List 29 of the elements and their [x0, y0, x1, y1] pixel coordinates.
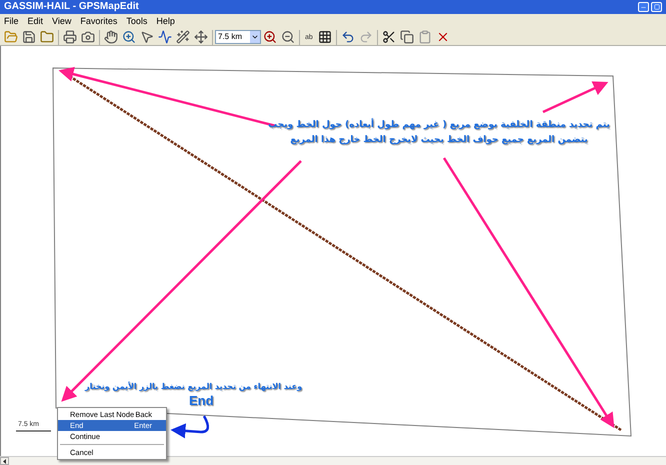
menu-item[interactable]: View — [52, 17, 72, 26]
scroll-left-button[interactable] — [0, 457, 9, 465]
maximize-icon — [654, 4, 660, 10]
copy-icon[interactable] — [398, 28, 416, 46]
move-icon[interactable] — [192, 28, 210, 46]
annotation-text: End — [189, 394, 214, 407]
wand-icon[interactable] — [174, 28, 192, 46]
maximize-button[interactable] — [651, 2, 662, 12]
arrow — [542, 81, 608, 114]
zoom-out-icon[interactable] — [279, 28, 297, 46]
menu-item[interactable]: Edit — [28, 17, 44, 26]
scale-select[interactable]: 7.5 km — [215, 30, 261, 44]
menu-item[interactable]: File — [4, 17, 19, 26]
minimize-button[interactable] — [638, 2, 649, 12]
menu-item[interactable]: Tools — [126, 17, 148, 26]
annotation-text: يتم تحديد منطقة الخلفية بوضع مربع ( غير مهم طول أبعاده) حول الخط ويجب يتضمن المربع جميع حواف الخط بحيث لايخرج الخط خارج هذا المربع — [267, 118, 611, 147]
hand-icon[interactable] — [102, 28, 120, 46]
menu-item[interactable]: Help — [156, 17, 175, 26]
zoom-in-icon[interactable] — [261, 28, 279, 46]
zoom-icon[interactable] — [120, 28, 138, 46]
dropdown-caret-icon — [251, 33, 259, 41]
left-arrow-icon — [2, 458, 6, 464]
annotation-text: وعند الانتهاء من تحديد المربع نضغط بالزر الأيمن ونختار — [85, 380, 302, 393]
window-title: GASSIM-HAIL - GPSMapEdit — [4, 2, 139, 12]
arrow — [170, 415, 210, 438]
menu-item[interactable]: Favorites — [80, 17, 118, 26]
polyline-icon[interactable] — [156, 28, 174, 46]
save-icon[interactable] — [20, 28, 38, 46]
print-icon[interactable] — [61, 28, 79, 46]
